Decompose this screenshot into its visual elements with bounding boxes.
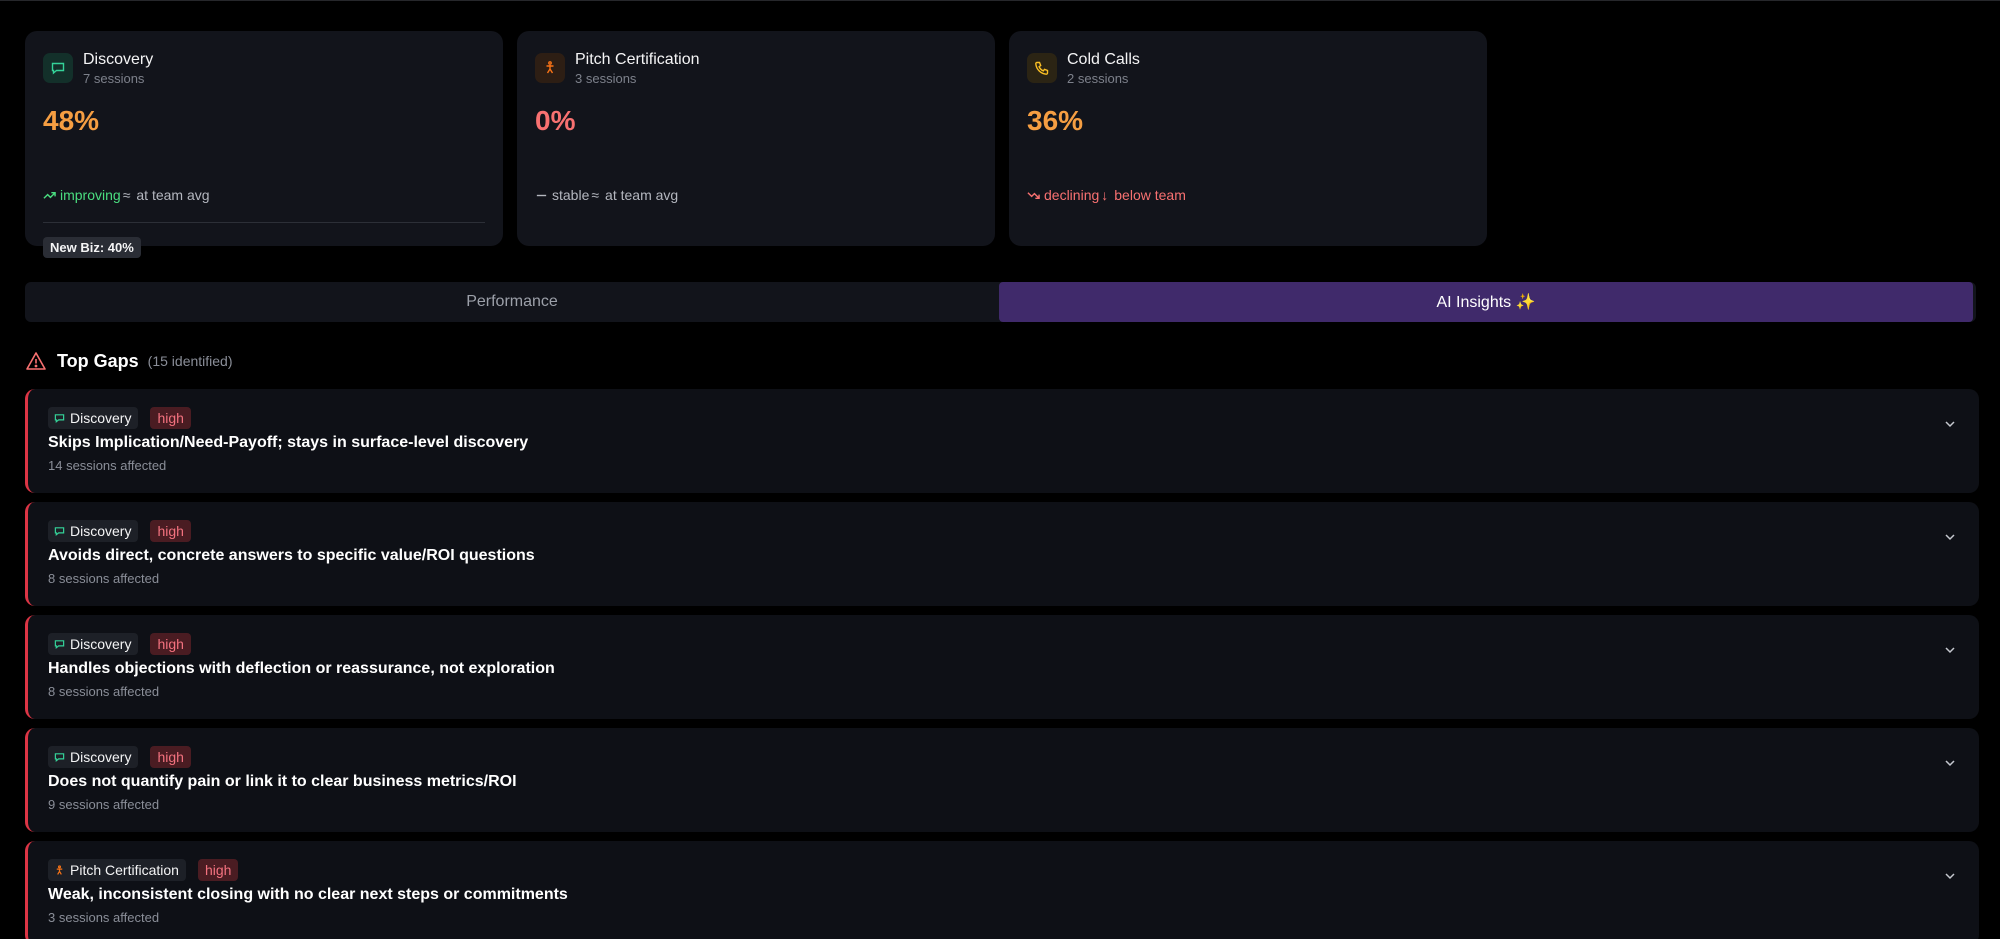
card-trend: improving ≈ at team avg	[43, 187, 210, 203]
gap-sessions: 14 sessions affected	[48, 458, 167, 473]
gap-item[interactable]: Pitch Certification high Weak, inconsist…	[25, 841, 1979, 939]
category-tag: Discovery	[48, 746, 139, 768]
card-title: Cold Calls	[1067, 51, 1140, 68]
trend-down-icon	[1027, 191, 1040, 199]
segment-badge: New Biz: 40%	[43, 237, 141, 258]
person-figure-icon	[535, 53, 565, 83]
category-label: Pitch Certification	[70, 862, 179, 878]
team-symbol: ≈	[122, 187, 131, 203]
gap-tags: Discovery high	[48, 407, 191, 429]
category-label: Discovery	[70, 636, 132, 652]
severity-badge: high	[197, 859, 239, 881]
chat-bubble-icon	[54, 413, 65, 423]
team-symbol: ↓	[1101, 187, 1109, 203]
warning-triangle-icon	[26, 352, 46, 370]
chat-bubble-icon	[54, 526, 65, 536]
chevron-down-icon[interactable]	[1943, 643, 1957, 657]
category-label: Discovery	[70, 523, 132, 539]
gap-sessions: 8 sessions affected	[48, 571, 160, 586]
gap-tags: Discovery high	[48, 633, 191, 655]
trend-flat-icon	[536, 194, 547, 196]
card-pitch-certification[interactable]: Pitch Certification 3 sessions 0% stable…	[517, 31, 995, 246]
category-tag: Discovery	[48, 520, 139, 542]
gap-sessions: 3 sessions affected	[48, 910, 160, 925]
card-discovery[interactable]: Discovery 7 sessions 48% improving ≈ at …	[25, 31, 503, 258]
top-gaps-header: Top Gaps (15 identified)	[25, 350, 233, 372]
gap-title: Avoids direct, concrete answers to speci…	[48, 547, 535, 564]
card-divider	[43, 222, 485, 223]
gap-item[interactable]: Discovery high Avoids direct, concrete a…	[25, 502, 1979, 606]
gap-title: Skips Implication/Need-Payoff; stays in …	[48, 434, 529, 451]
trend-up-icon	[43, 191, 56, 199]
chat-bubble-icon	[54, 639, 65, 649]
gap-title: Weak, inconsistent closing with no clear…	[48, 886, 568, 903]
card-percentage: 0%	[535, 105, 576, 136]
chat-bubble-icon	[43, 53, 73, 83]
phone-icon	[1027, 53, 1057, 83]
card-header: Cold Calls 2 sessions	[1027, 50, 1140, 87]
card-header: Pitch Certification 3 sessions	[535, 50, 700, 87]
view-tabs: Performance AI Insights ✨	[25, 282, 1976, 322]
severity-badge: high	[150, 746, 191, 768]
gap-list: Discovery high Skips Implication/Need-Pa…	[25, 389, 1979, 939]
category-tag: Pitch Certification	[48, 859, 186, 881]
card-title: Pitch Certification	[575, 51, 700, 68]
card-header: Discovery 7 sessions	[43, 50, 153, 87]
gap-sessions: 9 sessions affected	[48, 797, 160, 812]
chevron-down-icon[interactable]	[1943, 417, 1957, 431]
tab-ai-insights[interactable]: AI Insights ✨	[999, 282, 1973, 322]
gap-item[interactable]: Discovery high Does not quantify pain or…	[25, 728, 1979, 832]
gap-title: Handles objections with deflection or re…	[48, 660, 555, 677]
severity-badge: high	[150, 633, 191, 655]
severity-badge: high	[150, 407, 191, 429]
card-trend: stable ≈ at team avg	[535, 187, 678, 203]
category-label: Discovery	[70, 410, 132, 426]
trend-label: improving	[60, 187, 121, 203]
card-trend: declining ↓ below team	[1027, 187, 1186, 203]
card-percentage: 36%	[1027, 105, 1084, 136]
category-tag: Discovery	[48, 633, 139, 655]
card-percentage: 48%	[43, 105, 100, 136]
chevron-down-icon[interactable]	[1943, 530, 1957, 544]
gaps-count: (15 identified)	[147, 353, 233, 369]
card-cold-calls[interactable]: Cold Calls 2 sessions 36% declining ↓ be…	[1009, 31, 1487, 246]
chevron-down-icon[interactable]	[1943, 756, 1957, 770]
gap-sessions: 8 sessions affected	[48, 684, 160, 699]
severity-badge: high	[150, 520, 191, 542]
gap-tags: Discovery high	[48, 520, 191, 542]
category-tag: Discovery	[48, 407, 139, 429]
trend-label: stable	[552, 187, 590, 203]
gap-tags: Discovery high	[48, 746, 191, 768]
trend-label: declining	[1044, 187, 1100, 203]
tab-performance[interactable]: Performance	[25, 282, 999, 322]
gap-tags: Pitch Certification high	[48, 859, 239, 881]
category-label: Discovery	[70, 749, 132, 765]
chevron-down-icon[interactable]	[1943, 869, 1957, 883]
team-symbol: ≈	[591, 187, 600, 203]
top-divider	[0, 0, 2000, 1]
card-sessions: 7 sessions	[83, 71, 145, 86]
chat-bubble-icon	[54, 752, 65, 762]
section-title: Top Gaps	[57, 350, 139, 371]
gap-title: Does not quantify pain or link it to cle…	[48, 773, 517, 790]
card-sessions: 3 sessions	[575, 71, 637, 86]
gap-item[interactable]: Discovery high Skips Implication/Need-Pa…	[25, 389, 1979, 493]
team-label: at team avg	[605, 187, 679, 203]
gap-item[interactable]: Discovery high Handles objections with d…	[25, 615, 1979, 719]
team-label: below team	[1114, 187, 1186, 203]
skill-cards: Discovery 7 sessions 48% improving ≈ at …	[25, 31, 1487, 258]
person-figure-icon	[56, 864, 63, 875]
card-sessions: 2 sessions	[1067, 71, 1129, 86]
team-label: at team avg	[136, 187, 210, 203]
card-title: Discovery	[83, 51, 154, 68]
